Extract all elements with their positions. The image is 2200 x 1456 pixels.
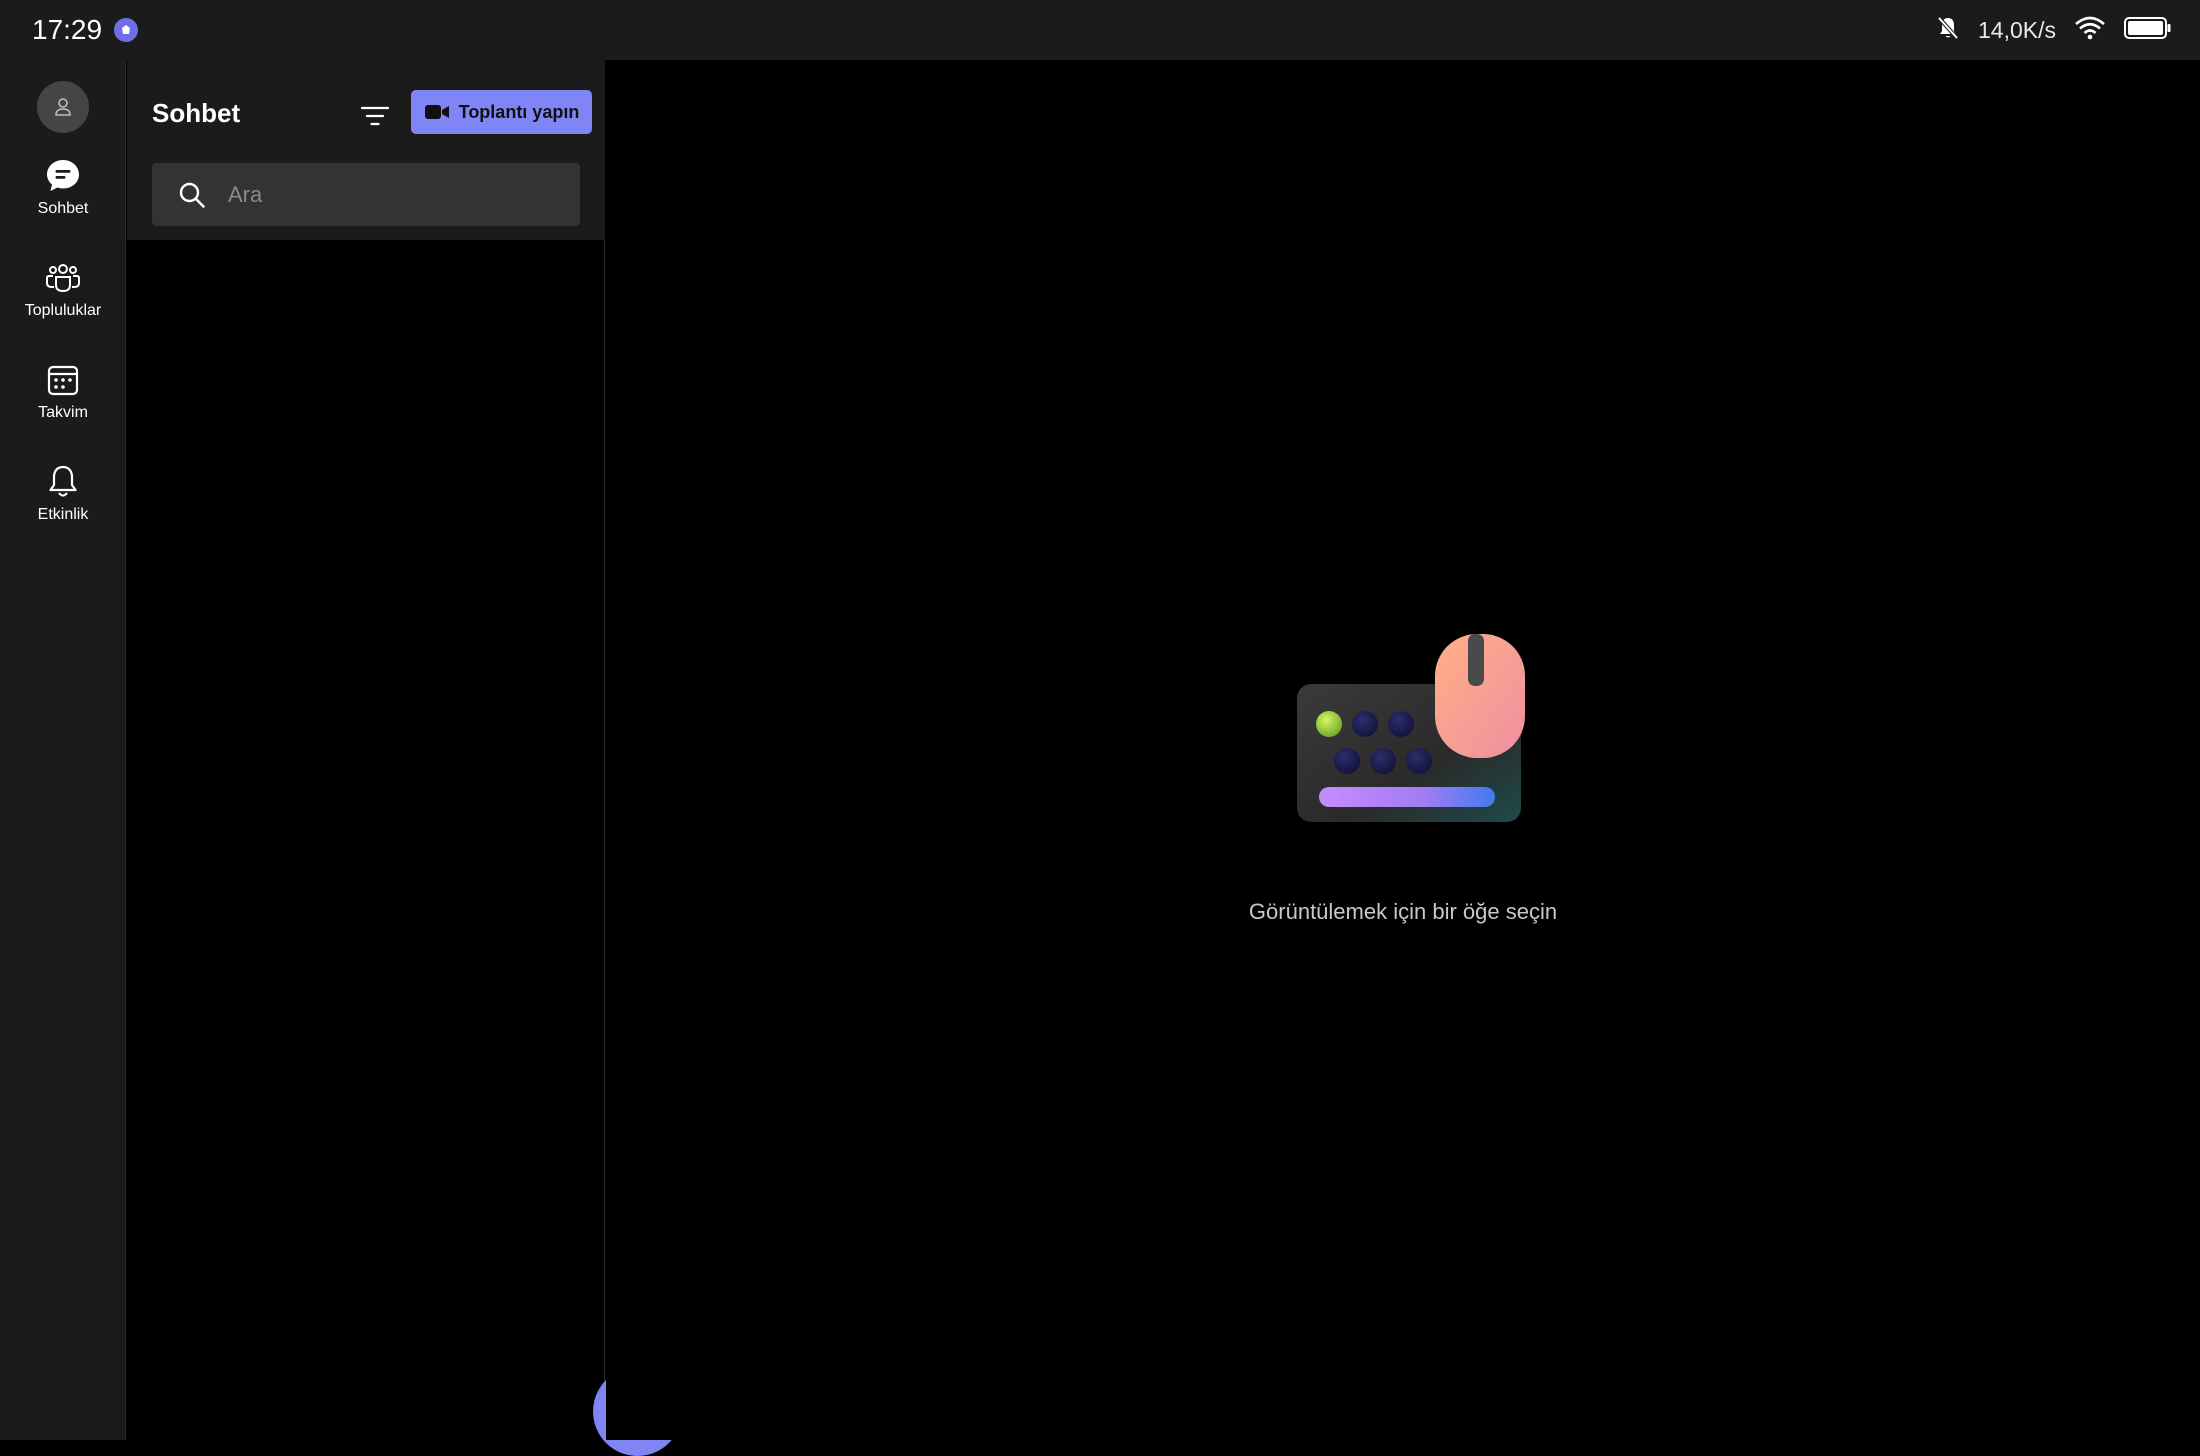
search-box[interactable] bbox=[152, 163, 580, 226]
filter-icon bbox=[361, 106, 389, 126]
avatar[interactable] bbox=[37, 81, 89, 133]
bell-muted-icon bbox=[1936, 15, 1960, 46]
filter-button[interactable] bbox=[355, 96, 395, 136]
nav-item-label: Topluluklar bbox=[24, 302, 102, 319]
search-input[interactable] bbox=[228, 174, 568, 215]
wifi-icon bbox=[2074, 16, 2106, 45]
status-time: 17:29 bbox=[32, 14, 103, 45]
chat-list-panel: Sohbet Toplantı yapın bbox=[127, 60, 682, 1456]
nav-item-communities[interactable]: Topluluklar bbox=[0, 260, 126, 350]
meet-now-label: Toplantı yapın bbox=[458, 101, 580, 122]
video-camera-icon bbox=[424, 105, 449, 119]
empty-state-text: Görüntülemek için bir öğe seçin bbox=[1248, 899, 1558, 924]
calendar-icon bbox=[47, 365, 79, 396]
nav-item-calendar[interactable]: Takvim bbox=[0, 362, 126, 452]
network-speed: 14,0K/s bbox=[1978, 16, 2056, 43]
nav-item-label: Takvim bbox=[38, 404, 88, 421]
status-right: 14,0K/s bbox=[1936, 15, 2172, 46]
chat-list-header: Sohbet Toplantı yapın bbox=[127, 60, 605, 240]
nav-item-label: Sohbet bbox=[37, 200, 89, 217]
user-icon bbox=[55, 98, 71, 116]
meet-now-button[interactable]: Toplantı yapın bbox=[411, 90, 592, 134]
app-notification-icon bbox=[114, 18, 139, 42]
main-pane: Görüntülemek için bir öğe seçin bbox=[606, 60, 2200, 1440]
bell-icon bbox=[49, 465, 77, 497]
nav-item-activity[interactable]: Etkinlik bbox=[0, 464, 126, 554]
nav-item-chat[interactable]: Sohbet bbox=[0, 158, 126, 248]
status-left: 17:29 bbox=[32, 14, 139, 46]
chat-icon bbox=[47, 160, 79, 191]
page-title: Sohbet bbox=[152, 98, 241, 128]
communities-icon bbox=[46, 264, 80, 293]
nav-item-label: Etkinlik bbox=[37, 506, 89, 523]
battery-icon bbox=[2124, 16, 2172, 45]
keyboard-mouse-illustration bbox=[1297, 634, 1525, 822]
nav-rail: Sohbet Topluluklar Takvim Etkinlik bbox=[0, 60, 126, 1440]
status-bar: 17:29 14,0K/s bbox=[0, 0, 2200, 60]
search-icon bbox=[179, 182, 205, 208]
